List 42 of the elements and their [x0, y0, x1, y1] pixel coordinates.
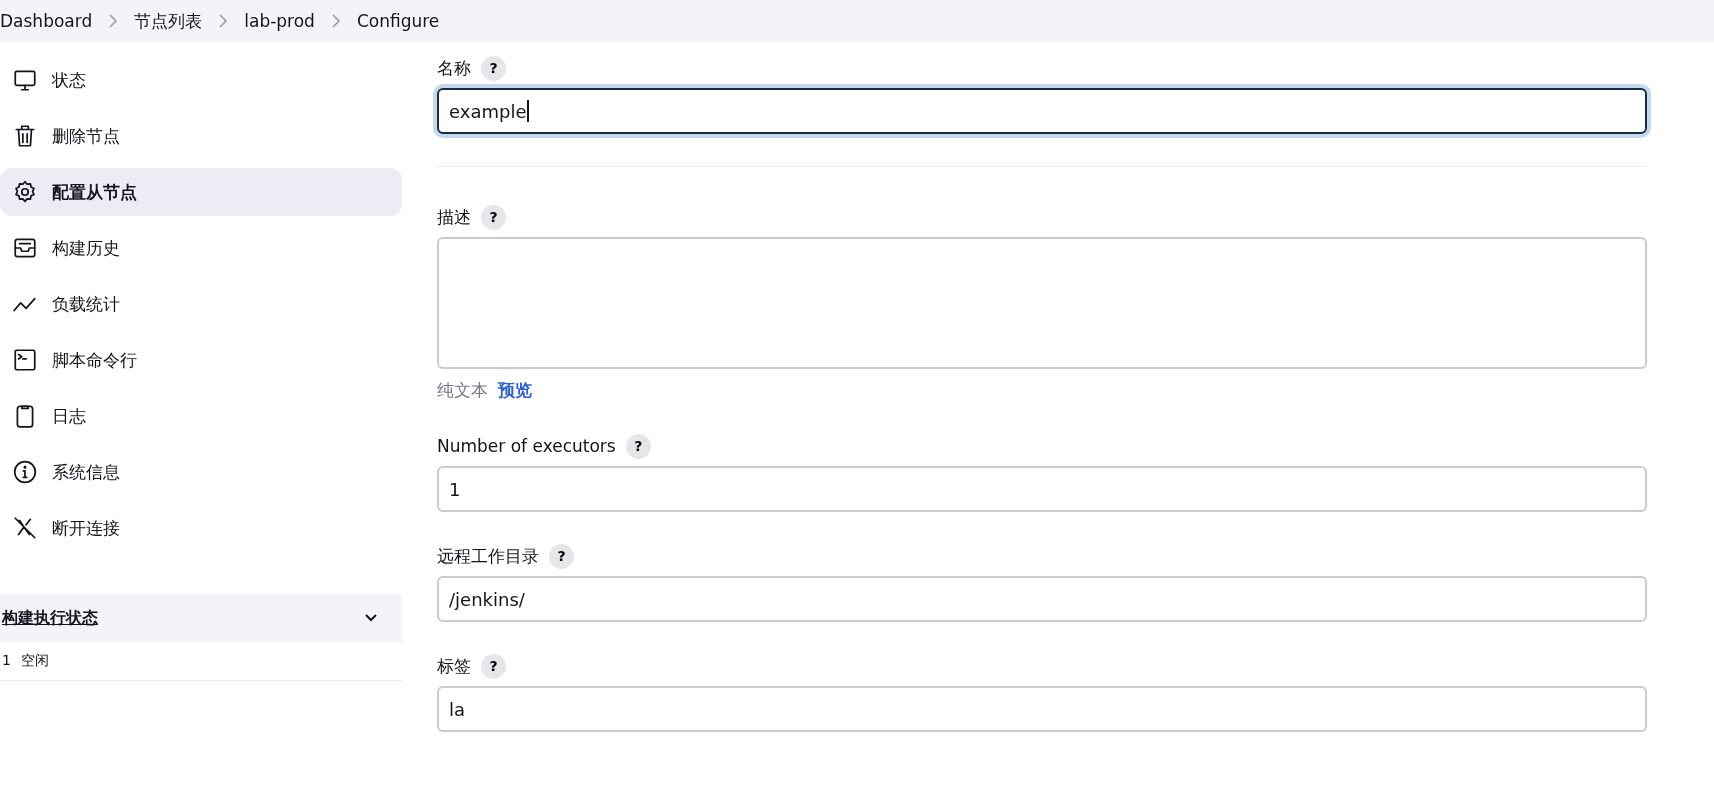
field-label: 标签: [437, 654, 471, 678]
sidebar-item[interactable]: 脚本命令行: [0, 336, 402, 384]
terminal-icon: [12, 347, 38, 373]
executor-status: 空闲: [20, 652, 49, 670]
format-link[interactable]: 预览: [498, 379, 532, 402]
help-button[interactable]: ?: [481, 55, 506, 81]
panel-title[interactable]: 构建执行状态: [2, 607, 98, 629]
input-field[interactable]: 1: [437, 466, 1647, 512]
sidebar-item[interactable]: 断开连接: [0, 504, 402, 552]
gear-icon: [12, 179, 38, 205]
help-button[interactable]: ?: [481, 653, 506, 679]
inbox-icon: [12, 235, 38, 261]
breadcrumb-link[interactable]: Configure: [356, 11, 440, 31]
field-label: 名称: [437, 56, 471, 80]
sidebar-item[interactable]: 状态: [0, 56, 402, 104]
breadcrumb-link[interactable]: 节点列表: [134, 9, 203, 33]
field-label: 描述: [437, 205, 471, 229]
sidebar-item[interactable]: 构建历史: [0, 224, 402, 272]
help-button[interactable]: ?: [481, 204, 506, 230]
info-icon: [12, 459, 38, 485]
breadcrumb-link[interactable]: lab-prod: [244, 11, 315, 31]
executor-panel-header[interactable]: 构建执行状态: [0, 594, 402, 642]
sidebar-item[interactable]: 负载统计: [0, 280, 402, 328]
breadcrumb-link[interactable]: Dashboard: [0, 11, 93, 31]
input-field[interactable]: la: [437, 686, 1647, 732]
trash-icon: [12, 123, 38, 149]
help-button[interactable]: ?: [549, 543, 574, 569]
chevron-icon: [218, 14, 229, 28]
executor-number: 1: [2, 652, 11, 670]
sidebar-item[interactable]: 日志: [0, 392, 402, 440]
chevron-icon: [330, 14, 341, 28]
field-label: Number of executors: [437, 436, 616, 456]
input-field[interactable]: /jenkins/: [437, 576, 1647, 622]
field-label: 远程工作目录: [437, 544, 539, 568]
sidebar-item[interactable]: 删除节点: [0, 112, 402, 160]
chevron-icon: [108, 14, 119, 28]
sidebar-item[interactable]: 系统信息: [0, 448, 402, 496]
sidebar-item[interactable]: 配置从节点: [0, 168, 402, 216]
help-button[interactable]: ?: [625, 433, 651, 459]
unplug-icon: [12, 515, 38, 541]
format-link[interactable]: 纯文本: [437, 379, 488, 402]
monitor-icon: [12, 67, 38, 93]
